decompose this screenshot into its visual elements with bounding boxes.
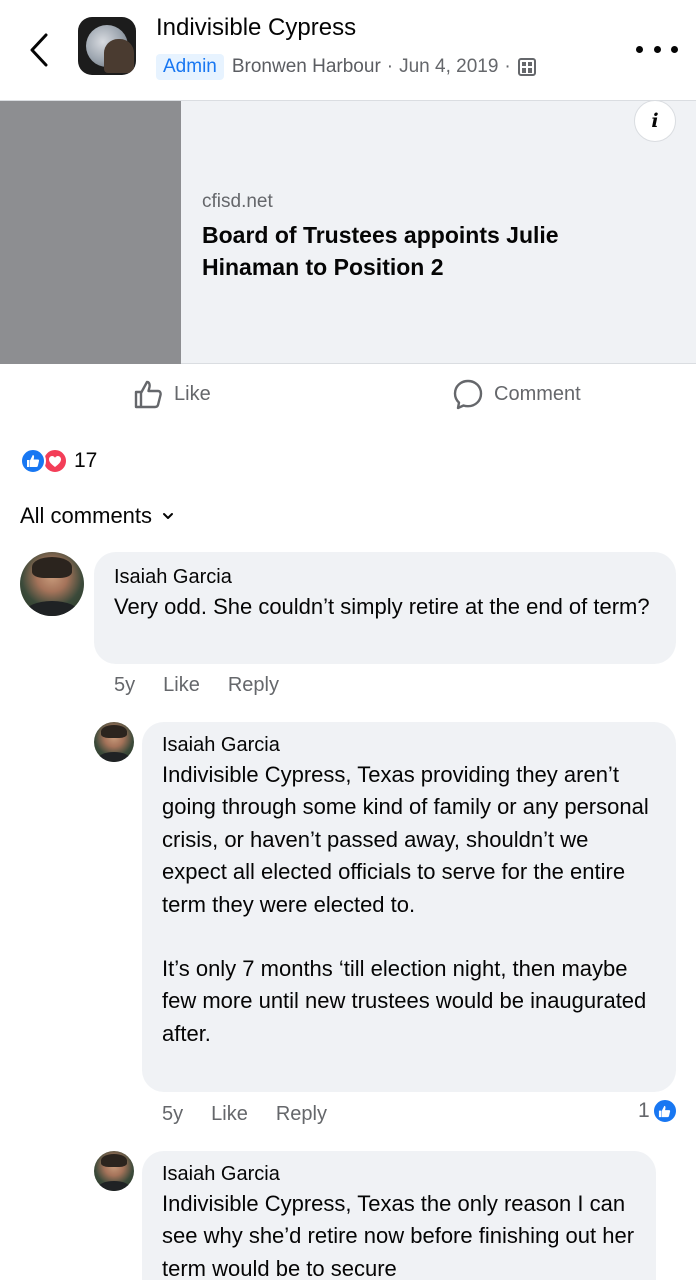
separator: ·: [504, 56, 511, 77]
comments-sort-dropdown[interactable]: All comments: [20, 503, 174, 529]
info-button[interactable]: i: [634, 100, 676, 142]
comment-age: 5y: [162, 1103, 184, 1125]
like-reaction-icon: [651, 1098, 678, 1124]
more-options-button[interactable]: [636, 38, 678, 60]
comment-bubble: Isaiah Garcia Indivisible Cypress, Texas…: [142, 722, 676, 1092]
comments-sort-label: All comments: [20, 503, 153, 528]
reaction-count: 17: [74, 449, 98, 472]
post-meta: Admin Bronwen Harbour · Jun 4, 2019 ·: [156, 52, 537, 82]
comment-reply-button[interactable]: Reply: [228, 674, 279, 697]
post-date[interactable]: Jun 4, 2019: [399, 56, 498, 78]
comment-author[interactable]: Isaiah Garcia: [162, 734, 656, 757]
comment-bubble: Isaiah Garcia Indivisible Cypress, Texas…: [142, 1151, 656, 1280]
comment-button[interactable]: Comment: [452, 378, 581, 410]
link-thumbnail: [0, 101, 181, 364]
comment-reply-button[interactable]: Reply: [276, 1103, 327, 1126]
reactions-summary[interactable]: 17: [20, 448, 97, 474]
like-button[interactable]: Like: [132, 378, 211, 410]
comment-text: Indivisible Cypress, Texas providing the…: [162, 762, 649, 917]
avatar[interactable]: [94, 722, 134, 762]
comment-icon: [453, 379, 483, 410]
info-icon: i: [651, 110, 659, 132]
like-label: Like: [174, 382, 211, 405]
comment-author[interactable]: Isaiah Garcia: [114, 566, 656, 589]
comment-like-count[interactable]: 1: [638, 1098, 678, 1124]
comment-meta: 5y Like Reply: [114, 674, 307, 697]
comment-like-button[interactable]: Like: [211, 1103, 248, 1126]
post-header: Indivisible Cypress Admin Bronwen Harbou…: [0, 0, 696, 100]
group-avatar[interactable]: [78, 17, 136, 75]
comment-label: Comment: [494, 382, 581, 405]
group-privacy-icon: [517, 58, 536, 76]
comment-author[interactable]: Isaiah Garcia: [162, 1163, 636, 1186]
link-domain: cfisd.net: [202, 191, 273, 212]
dot-icon: [671, 45, 678, 53]
comment-text: Indivisible Cypress, Texas the only reas…: [162, 1191, 635, 1280]
comment-meta: 5y Like Reply: [162, 1103, 355, 1126]
chevron-down-icon: [163, 513, 174, 519]
dot-icon: [636, 45, 643, 53]
like-reaction-icon: [20, 448, 46, 474]
like-count-value: 1: [638, 1099, 650, 1122]
avatar[interactable]: [20, 552, 84, 616]
post-author[interactable]: Bronwen Harbour: [232, 56, 381, 78]
thumbs-up-icon: [134, 380, 162, 409]
separator: ·: [386, 56, 394, 77]
back-button[interactable]: [22, 30, 56, 70]
comment-like-button[interactable]: Like: [163, 674, 200, 697]
avatar[interactable]: [94, 1151, 134, 1191]
link-title: Board of Trustees appoints Julie Hinaman…: [202, 222, 559, 280]
post-actions: Like Comment: [0, 372, 696, 422]
dot-icon: [653, 45, 661, 53]
comment-text: Very odd. She couldn’t simply retire at …: [114, 594, 650, 619]
admin-badge: Admin: [156, 54, 224, 80]
chevron-left-icon: [30, 33, 48, 67]
comment-bubble: Isaiah Garcia Very odd. She couldn’t sim…: [94, 552, 676, 664]
group-name[interactable]: Indivisible Cypress: [156, 14, 356, 42]
comment-text: It’s only 7 months ‘till election night,…: [162, 956, 647, 1046]
link-preview-card[interactable]: cfisd.net Board of Trustees appoints Jul…: [0, 100, 696, 364]
comment-age: 5y: [114, 674, 136, 696]
